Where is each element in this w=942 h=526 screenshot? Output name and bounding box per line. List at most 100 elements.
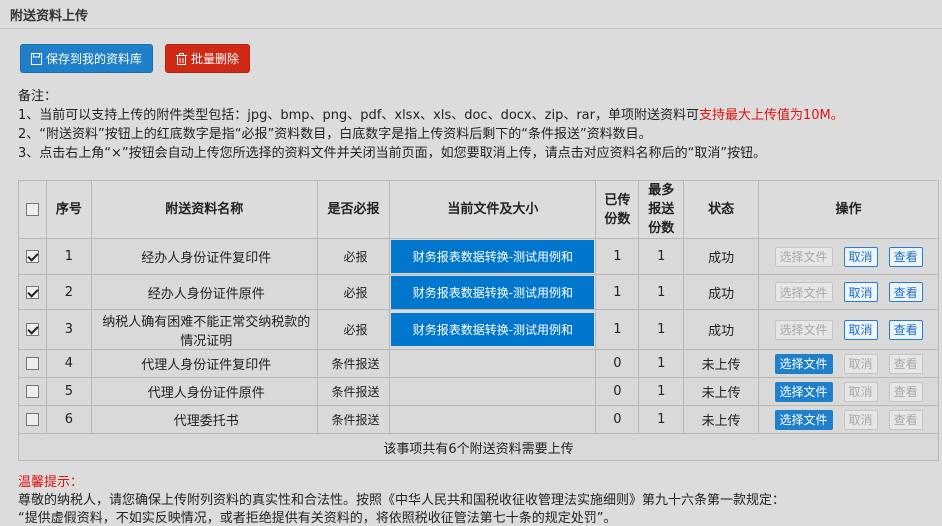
header-file: 当前文件及大小	[389, 180, 597, 239]
row-file-cell: 财务报表数据转换-测试用例和	[389, 309, 597, 350]
row-status: 成功	[683, 274, 760, 310]
page-title: 附送资料上传	[0, 0, 942, 29]
row-checkbox-cell	[18, 405, 47, 434]
row-seq: 5	[45, 377, 92, 406]
choose-file-button[interactable]: 选择文件	[774, 319, 833, 340]
save-to-library-button[interactable]: 保存到我的资料库	[20, 44, 154, 73]
row-checkbox[interactable]	[25, 250, 39, 263]
table-header-row: 序号 附送资料名称 是否必报 当前文件及大小 已传 份数 最多 报送 份数 状态 操作	[18, 180, 939, 239]
row-status: 成功	[683, 238, 760, 275]
table-row: 2 经办人身份证件原件 必报 财务报表数据转换-测试用例和 1 1 成功 选择文…	[18, 274, 939, 310]
row-uploaded: 0	[595, 405, 640, 434]
save-to-library-label: 保存到我的资料库	[46, 52, 143, 66]
tips-line-2: “提供虚假资料，不如实反映情况，或者拒绝提供有关资料的，将依照税收征管法第七十条…	[18, 511, 617, 526]
row-ops: 选择文件 取消 查看	[758, 274, 939, 310]
row-checkbox[interactable]	[25, 413, 39, 426]
row-max: 1	[638, 238, 685, 275]
batch-delete-button[interactable]: 批量删除	[165, 44, 251, 73]
row-checkbox-cell	[18, 349, 47, 378]
header-max-l1: 最多	[648, 183, 675, 198]
row-required: 必报	[316, 274, 391, 310]
row-checkbox-cell	[18, 238, 47, 275]
table-row: 4 代理人身份证件复印件 条件报送 0 1 未上传 选择文件 取消 查看	[18, 349, 939, 378]
row-max: 1	[638, 405, 685, 434]
row-checkbox-cell	[18, 309, 47, 350]
row-uploaded: 1	[595, 309, 640, 350]
header-status: 状态	[683, 180, 760, 239]
row-name: 代理人身份证件复印件	[90, 349, 318, 378]
view-button[interactable]: 查看	[888, 282, 923, 302]
row-seq: 1	[45, 238, 92, 275]
header-select-all	[18, 180, 47, 239]
cancel-button[interactable]: 取消	[843, 381, 878, 402]
notes-section: 备注： 1、当前可以支持上传的附件类型包括：jpg、bmp、png、pdf、xl…	[18, 87, 928, 163]
row-status: 成功	[683, 309, 760, 350]
row-file-cell	[389, 377, 597, 406]
choose-file-button[interactable]: 选择文件	[774, 246, 833, 267]
row-name: 经办人身份证件原件	[90, 274, 318, 310]
view-button[interactable]: 查看	[888, 353, 923, 374]
tips-line-1: 尊敬的纳税人，请您确保上传附列资料的真实性和合法性。按照《中华人民共和国税收征收…	[18, 493, 786, 508]
row-seq: 4	[45, 349, 92, 378]
row-checkbox-cell	[18, 274, 47, 310]
row-uploaded: 0	[595, 377, 640, 406]
row-uploaded: 1	[595, 238, 640, 275]
cancel-button[interactable]: 取消	[843, 319, 878, 340]
header-required: 是否必报	[316, 180, 391, 239]
row-file-cell	[389, 349, 597, 378]
cancel-button[interactable]: 取消	[843, 353, 878, 374]
table-row: 1 经办人身份证件复印件 必报 财务报表数据转换-测试用例和 1 1 成功 选择…	[18, 238, 939, 275]
header-max: 最多 报送 份数	[638, 180, 685, 239]
choose-file-button[interactable]: 选择文件	[774, 409, 833, 430]
note-line-1: 1、当前可以支持上传的附件类型包括：jpg、bmp、png、pdf、xlsx、x…	[18, 106, 928, 125]
row-checkbox[interactable]	[25, 285, 39, 299]
row-uploaded: 0	[595, 349, 640, 378]
note-line-1-text: 1、当前可以支持上传的附件类型包括：jpg、bmp、png、pdf、xlsx、x…	[18, 108, 699, 123]
select-all-checkbox[interactable]	[25, 203, 39, 216]
row-max: 1	[638, 274, 685, 310]
row-required: 必报	[316, 238, 391, 275]
row-checkbox[interactable]	[25, 323, 39, 336]
header-seq: 序号	[45, 180, 92, 239]
note-line-3: 3、点击右上角“×”按钮会自动上传您所选择的资料文件并关闭当前页面，如您要取消上…	[18, 146, 767, 161]
table-footer: 该事项共有6个附送资料需要上传	[18, 433, 939, 461]
row-name: 经办人身份证件复印件	[90, 238, 318, 275]
row-checkbox[interactable]	[25, 385, 39, 398]
row-name: 代理人身份证件原件	[90, 377, 318, 406]
row-file[interactable]: 财务报表数据转换-测试用例和	[391, 313, 595, 346]
row-required: 条件报送	[316, 405, 391, 434]
row-required: 条件报送	[316, 377, 391, 406]
row-ops: 选择文件 取消 查看	[758, 349, 939, 378]
batch-delete-label: 批量删除	[191, 52, 240, 66]
row-seq: 6	[45, 405, 92, 434]
row-checkbox-cell	[18, 377, 47, 406]
cancel-button[interactable]: 取消	[843, 409, 878, 430]
row-checkbox[interactable]	[25, 357, 39, 370]
row-file[interactable]: 财务报表数据转换-测试用例和	[391, 240, 595, 273]
header-uploaded-l1: 已传	[604, 192, 631, 208]
choose-file-button[interactable]: 选择文件	[774, 282, 833, 302]
attachments-table: 序号 附送资料名称 是否必报 当前文件及大小 已传 份数 最多 报送 份数 状态 操作…	[18, 180, 939, 461]
row-required: 条件报送	[316, 349, 391, 378]
view-button[interactable]: 查看	[888, 246, 923, 267]
row-uploaded: 1	[595, 274, 640, 310]
trash-icon	[176, 52, 188, 65]
header-name: 附送资料名称	[90, 180, 318, 239]
row-seq: 3	[45, 309, 92, 350]
view-button[interactable]: 查看	[888, 319, 923, 340]
row-required: 必报	[316, 309, 391, 350]
row-seq: 2	[45, 274, 92, 310]
choose-file-button[interactable]: 选择文件	[774, 381, 833, 402]
row-file-cell: 财务报表数据转换-测试用例和	[389, 274, 597, 310]
row-file[interactable]: 财务报表数据转换-测试用例和	[391, 275, 595, 309]
view-button[interactable]: 查看	[888, 381, 923, 402]
choose-file-button[interactable]: 选择文件	[774, 353, 833, 374]
header-ops: 操作	[758, 180, 939, 239]
row-max: 1	[638, 309, 685, 350]
row-ops: 选择文件 取消 查看	[758, 309, 939, 350]
view-button[interactable]: 查看	[888, 409, 923, 430]
row-file-cell	[389, 405, 597, 434]
cancel-button[interactable]: 取消	[843, 282, 878, 302]
row-ops: 选择文件 取消 查看	[758, 405, 939, 434]
cancel-button[interactable]: 取消	[843, 246, 878, 267]
